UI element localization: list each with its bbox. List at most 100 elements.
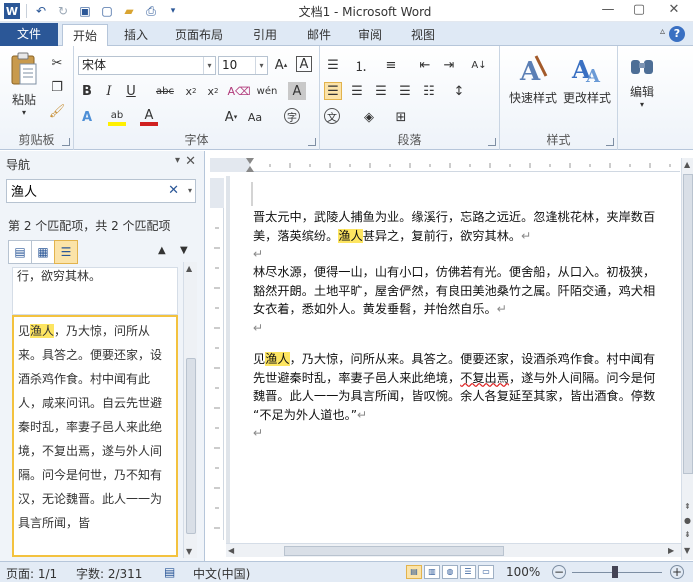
close-button[interactable]: ✕ xyxy=(658,0,690,20)
customize-qat-icon[interactable]: ▾ xyxy=(165,3,181,19)
align-center-icon[interactable]: ☰ xyxy=(348,82,366,100)
borders-icon[interactable]: ⊞ xyxy=(392,108,410,126)
font-size-dropdown-icon[interactable]: ▾ xyxy=(255,57,267,74)
search-options-icon[interactable]: ▾ xyxy=(188,186,192,195)
scroll-down-icon[interactable]: ▼ xyxy=(684,546,690,555)
document-page[interactable]: 晋太元中，武陵人捕鱼为业。缘溪行，忘路之远近。忽逢桃花林，夹岸数百 美，落英缤纷… xyxy=(230,176,681,543)
shrink-font-icon[interactable]: A ▾ xyxy=(222,108,240,126)
tab-page-layout[interactable]: 页面布局 xyxy=(168,24,230,46)
italic-icon[interactable]: I xyxy=(100,82,118,100)
scroll-left-icon[interactable]: ◀ xyxy=(228,546,234,555)
scroll-thumb[interactable] xyxy=(186,358,196,534)
results-view-icon[interactable]: ☰ xyxy=(54,240,78,264)
zoom-out-icon[interactable]: − xyxy=(552,565,566,579)
full-screen-reading-icon[interactable]: ▥ xyxy=(424,565,440,579)
minimize-button[interactable]: — xyxy=(592,0,624,20)
previous-result-icon[interactable]: ▲ xyxy=(158,245,166,256)
superscript-icon[interactable]: x2 xyxy=(204,82,222,100)
browse-object-icon[interactable]: ● xyxy=(684,516,691,525)
distributed-icon[interactable]: ☷ xyxy=(420,82,438,100)
decrease-indent-icon[interactable]: ⇤ xyxy=(416,56,434,74)
scroll-right-icon[interactable]: ▶ xyxy=(668,546,674,555)
bullets-icon[interactable]: ☰ xyxy=(324,56,342,74)
zoom-level[interactable]: 100% xyxy=(506,565,540,579)
paste-dropdown-icon[interactable]: ▾ xyxy=(6,108,42,117)
web-layout-view-icon[interactable]: ◍ xyxy=(442,565,458,579)
doc-paragraph-2[interactable]: 林尽水源，便得一山，山有小口，仿佛若有光。便舍船，从口入。初极狭， 豁然开朗。土… xyxy=(253,263,681,337)
spelling-error-underline[interactable]: 不复出焉 xyxy=(460,371,509,385)
copy-icon[interactable]: ❐ xyxy=(48,78,66,96)
tab-file[interactable]: 文件 xyxy=(0,23,58,46)
vertical-scrollbar[interactable]: ▲ ⇞ ● ⇟ ▼ xyxy=(681,158,693,560)
horizontal-ruler[interactable] xyxy=(210,158,680,172)
text-effects-icon[interactable]: A xyxy=(78,108,96,126)
proofing-icon[interactable]: ▤ xyxy=(164,565,175,579)
page-count[interactable]: 页面: 1/1 xyxy=(6,565,57,582)
char-shading-icon[interactable]: A xyxy=(288,82,306,100)
paragraph-launcher-icon[interactable] xyxy=(488,138,496,146)
font-color-icon[interactable]: A xyxy=(140,108,158,126)
horizontal-scrollbar[interactable]: ◀ ▶ xyxy=(226,543,681,557)
multilevel-list-icon[interactable]: ≡ xyxy=(382,56,400,74)
subscript-icon[interactable]: x2 xyxy=(182,82,200,100)
styles-launcher-icon[interactable] xyxy=(606,138,614,146)
language-indicator[interactable]: 中文(中国) xyxy=(193,565,250,582)
font-family-select[interactable]: 宋体 ▾ xyxy=(78,56,216,75)
nav-close-icon[interactable]: ✕ xyxy=(185,154,196,169)
align-left-icon[interactable]: ☰ xyxy=(324,82,342,100)
draft-view-icon[interactable]: ▭ xyxy=(478,565,494,579)
word-app-icon[interactable]: W xyxy=(4,3,20,19)
scroll-thumb[interactable] xyxy=(284,546,504,556)
zoom-in-icon[interactable]: + xyxy=(670,565,684,579)
doc-paragraph-3[interactable]: 见渔人，乃大惊，问所从来。具答之。便要还家，设酒杀鸡作食。村中闻有 先世避秦时乱… xyxy=(253,350,681,443)
maximize-button[interactable]: ▢ xyxy=(623,0,655,20)
nav-search-input[interactable] xyxy=(11,183,161,198)
tab-insert[interactable]: 插入 xyxy=(114,24,158,46)
font-launcher-icon[interactable] xyxy=(308,138,316,146)
tab-view[interactable]: 视图 xyxy=(401,24,445,46)
line-spacing-icon[interactable]: ↕ xyxy=(450,82,468,100)
tab-mailings[interactable]: 邮件 xyxy=(297,24,341,46)
zoom-slider-thumb[interactable] xyxy=(612,566,618,578)
justify-icon[interactable]: ☰ xyxy=(396,82,414,100)
font-family-dropdown-icon[interactable]: ▾ xyxy=(203,57,215,74)
editing-button[interactable]: 编辑 ▾ xyxy=(622,52,662,109)
save-icon[interactable]: ▣ xyxy=(77,3,93,19)
quick-styles-button[interactable]: A 快速样式 xyxy=(506,52,560,106)
open-folder-icon[interactable]: ▰ xyxy=(121,3,137,19)
align-right-icon[interactable]: ☰ xyxy=(372,82,390,100)
phonetic-guide-icon[interactable]: wén xyxy=(257,82,278,100)
new-document-icon[interactable]: ▢ xyxy=(99,3,115,19)
editing-dropdown-icon[interactable]: ▾ xyxy=(622,100,662,109)
char-border-icon[interactable]: A xyxy=(296,56,312,72)
highlight-color-icon[interactable]: ab xyxy=(108,108,126,126)
bold-icon[interactable]: B xyxy=(78,82,96,100)
next-result-icon[interactable]: ▼ xyxy=(180,245,188,256)
tab-review[interactable]: 审阅 xyxy=(348,24,392,46)
grow-font-icon[interactable]: A ▴ xyxy=(272,56,290,74)
sort-icon[interactable]: A↓ xyxy=(470,56,488,74)
collapse-ribbon-icon[interactable]: ▵ xyxy=(660,26,665,37)
search-result-selected[interactable]: 见渔人，乃大惊，问所从来。具答之。便要还家，设酒杀鸡作食。村中闻有此人，咸来问讯… xyxy=(12,315,178,557)
nav-results-scrollbar[interactable]: ▲ ▼ xyxy=(183,262,197,558)
nav-options-icon[interactable]: ▾ xyxy=(175,155,180,166)
pages-view-icon[interactable]: ▦ xyxy=(31,240,55,264)
vertical-ruler[interactable] xyxy=(210,178,224,540)
underline-icon[interactable]: U xyxy=(122,82,140,100)
numbering-icon[interactable]: ⒈ xyxy=(352,56,370,75)
next-page-icon[interactable]: ⇟ xyxy=(684,530,691,539)
clear-format-icon[interactable]: A⌫ xyxy=(227,82,250,100)
undo-icon[interactable]: ↶ xyxy=(33,3,49,19)
headings-view-icon[interactable]: ▤ xyxy=(8,240,32,264)
print-icon[interactable]: ⎙ xyxy=(143,3,159,19)
scroll-up-icon[interactable]: ▲ xyxy=(684,160,690,169)
change-case-icon[interactable]: Aa xyxy=(246,108,264,126)
word-count[interactable]: 字数: 2/311 xyxy=(76,565,142,582)
scroll-down-icon[interactable]: ▼ xyxy=(186,547,192,556)
outline-view-icon[interactable]: ☰ xyxy=(460,565,476,579)
chinese-layout-icon[interactable]: 文 xyxy=(324,108,340,124)
increase-indent-icon[interactable]: ⇥ xyxy=(440,56,458,74)
enclose-char-icon[interactable]: 字 xyxy=(284,108,300,124)
search-result[interactable]: 行，欲穷其林。 xyxy=(12,267,178,315)
paste-button[interactable]: 粘贴 ▾ xyxy=(6,52,42,117)
